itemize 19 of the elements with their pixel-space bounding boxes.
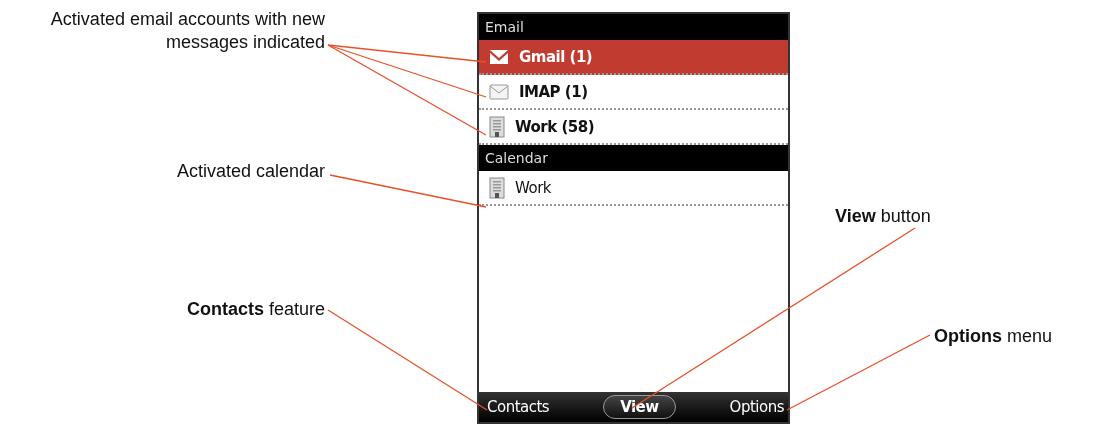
- section-header: Email: [479, 14, 788, 40]
- options-softkey[interactable]: Options: [729, 398, 784, 416]
- account-label: Work (58): [515, 117, 594, 136]
- contacts-softkey[interactable]: Contacts: [487, 398, 550, 416]
- account-label: Gmail (1): [519, 47, 593, 66]
- section-header: Calendar: [479, 145, 788, 171]
- callout-label: Activated calendar: [175, 160, 325, 183]
- mail-icon: [489, 48, 509, 65]
- building-icon: [489, 115, 505, 138]
- callout-label: Contacts feature: [185, 298, 325, 321]
- account-row[interactable]: Gmail (1): [479, 40, 788, 75]
- account-label: IMAP (1): [519, 82, 588, 101]
- envelope-icon: [489, 83, 509, 100]
- account-label: Work: [515, 178, 551, 197]
- callout-label: View button: [835, 205, 932, 228]
- building-icon: [489, 176, 505, 199]
- callout-label: Activated email accounts with new messages indicated: [49, 8, 325, 54]
- callout-label: Options menu: [934, 325, 1054, 348]
- view-button[interactable]: View: [603, 395, 676, 419]
